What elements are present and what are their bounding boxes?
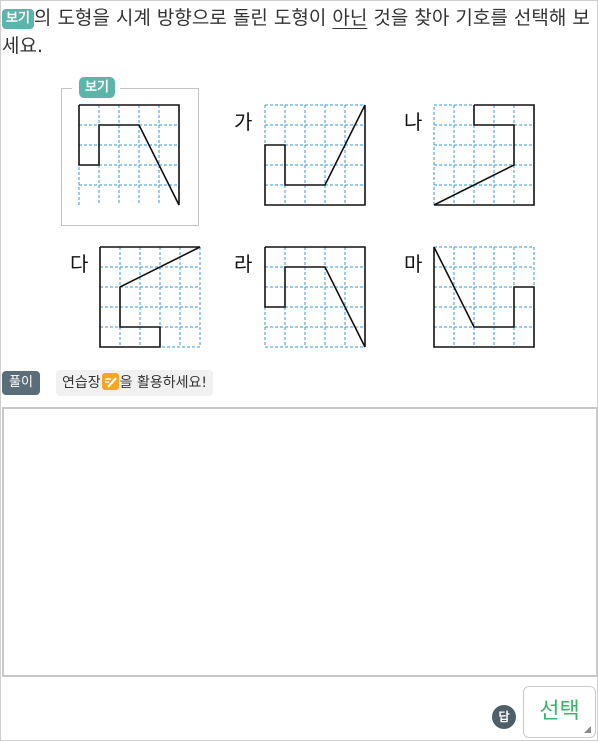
- hint-text-after: 을 활용하세요!: [119, 375, 207, 391]
- option-label-ra: 라: [234, 252, 253, 276]
- solve-badge: 풀이: [2, 371, 40, 395]
- question-underlined: 아닌: [332, 7, 368, 29]
- notepad-pencil-icon: [101, 373, 119, 390]
- answer-select-button[interactable]: 선택: [523, 686, 596, 738]
- option-label-na: 나: [404, 110, 423, 134]
- reference-figure: [78, 104, 180, 206]
- option-figure-ra[interactable]: [262, 244, 368, 350]
- option-figure-da[interactable]: [97, 244, 203, 350]
- hint-text-before: 연습장: [62, 375, 101, 391]
- select-button-label: 선택: [539, 699, 580, 724]
- solution-work-area[interactable]: [2, 407, 598, 677]
- answer-badge: 답: [492, 705, 516, 729]
- question-text-before: 의 도형을 시계 방향으로 돌린 도형이: [33, 7, 333, 29]
- practice-pad-hint[interactable]: 연습장 을 활용하세요!: [56, 370, 213, 396]
- reference-badge: 보기: [2, 9, 34, 29]
- option-figure-na[interactable]: [431, 102, 537, 208]
- reference-tag: 보기: [79, 77, 115, 98]
- dropdown-corner-icon: [584, 726, 591, 733]
- question-text: 보기 의 도형을 시계 방향으로 돌린 도형이 아닌 것을 찾아 기호를 선택해 …: [2, 4, 594, 60]
- option-label-ma: 마: [404, 252, 423, 276]
- option-label-ga: 가: [234, 110, 253, 134]
- option-figure-ga[interactable]: [262, 102, 368, 208]
- option-figure-ma[interactable]: [431, 244, 537, 350]
- option-label-da: 다: [70, 252, 89, 276]
